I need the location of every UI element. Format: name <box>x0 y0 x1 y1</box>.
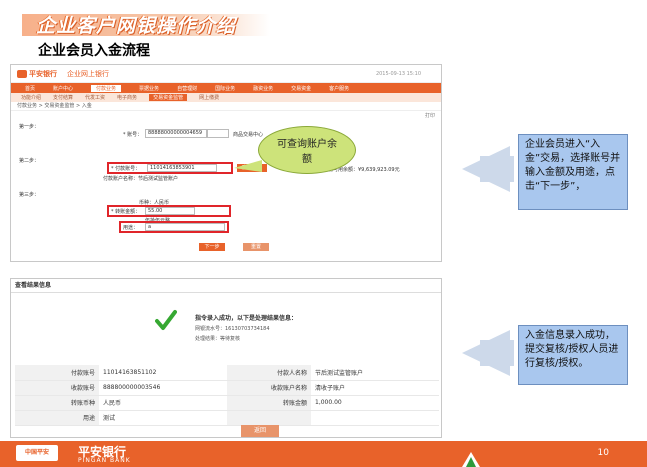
table-row: 用途 测试 <box>15 410 439 426</box>
balance-callout: 可查询账户余额 <box>258 126 356 174</box>
subnav-item-settlement[interactable]: 支付结算 <box>53 94 73 101</box>
serial-number: 网银流水号：16130703734184 <box>195 326 270 332</box>
table-row: 收款账号 888800000003546 收款账户名称 清收子账户 <box>15 380 439 396</box>
nav-item-wealth[interactable]: 自营理财 <box>177 85 197 92</box>
step1-label: 第一步： <box>19 124 40 130</box>
table-value: 清收子账户 <box>311 380 439 396</box>
nav-item-service[interactable]: 客户服务 <box>329 85 349 92</box>
login-date: 2015-09-13 15:10 <box>375 71 421 77</box>
nav-item-payments[interactable]: 付款业务 <box>91 84 122 92</box>
result-screenshot: 查看结果信息 指令录入成功，以下是处理结果信息： 网银流水号：161307037… <box>10 278 442 438</box>
amount-label: * 转账金额： <box>111 209 141 215</box>
subnav-item-fund-supervision[interactable]: 交易资金监管 <box>149 94 188 101</box>
nav-item-home[interactable]: 首页 <box>25 85 35 92</box>
bank-logo-text: 平安银行 <box>29 69 57 78</box>
process-status: 处理结果：等待复核 <box>195 336 241 342</box>
step3-label: 第三步： <box>19 192 40 198</box>
table-value: 11014163851102 <box>99 365 227 381</box>
nav-item-trade-funds[interactable]: 交易资金 <box>291 85 311 92</box>
purpose-label: 用途： <box>123 225 139 231</box>
table-row: 付款账号 11014163851102 付款人名称 节后测试监管账户 <box>15 365 439 381</box>
print-link[interactable]: 打印 <box>425 112 435 119</box>
step2-label: 第二步： <box>19 158 40 164</box>
nav-item-international[interactable]: 国际业务 <box>215 85 235 92</box>
subnav-item-online-payment[interactable]: 网上缴费 <box>199 94 219 101</box>
deposit-form-screenshot: 平安银行 企业网上银行 2015-09-13 15:10 首页 账户中心 付款业… <box>10 64 442 262</box>
pay-account-select[interactable]: 11014163853901 <box>147 164 217 172</box>
subnav-item-payroll[interactable]: 代发工资 <box>85 94 105 101</box>
result-table: 付款账号 11014163851102 付款人名称 节后测试监管账户 收款账号 … <box>15 365 439 426</box>
table-value: 1,000.00 <box>311 395 439 411</box>
bank-logo: 平安银行 <box>17 69 57 79</box>
success-message: 指令录入成功，以下是处理结果信息： <box>195 315 298 322</box>
table-row: 转账币种 人民币 转账金额 1,000.00 <box>15 395 439 411</box>
left-arrow-body <box>480 156 514 182</box>
table-key: 用途 <box>15 410 99 426</box>
bank-header: 平安银行 企业网上银行 2015-09-13 15:10 <box>11 65 441 83</box>
nav-item-accounts[interactable]: 账户中心 <box>53 85 73 92</box>
bank-brand: 企业网上银行 <box>67 69 109 78</box>
table-value: 测试 <box>99 410 227 426</box>
table-value: 人民币 <box>99 395 227 411</box>
nav-item-financing[interactable]: 融资业务 <box>253 85 273 92</box>
account-label: * 账号： <box>123 132 143 138</box>
step-note-1: 企业会员进入“入金”交易，选择账号并输入金额及用途，点击“下一步”， <box>518 134 628 210</box>
page-number: 10 <box>597 448 609 458</box>
slide: 企业客户网银操作介绍 企业会员入金流程 平安银行 企业网上银行 2015-09-… <box>0 0 647 467</box>
table-key: 收款账号 <box>15 380 99 396</box>
nav-item-bills[interactable]: 票据业务 <box>139 85 159 92</box>
callout-tail <box>234 160 262 172</box>
pingan-mark-icon <box>462 452 480 467</box>
reset-button[interactable]: 重置 <box>243 243 269 251</box>
table-key: 收款账户名称 <box>227 380 311 396</box>
table-key: 付款人名称 <box>227 365 311 381</box>
table-value: 888800000003546 <box>99 380 227 396</box>
bank-logo-icon <box>17 69 27 78</box>
page-subtitle: 企业会员入金流程 <box>38 43 150 59</box>
next-button[interactable]: 下一步 <box>199 243 225 251</box>
pay-account-label: * 付款账号： <box>111 166 141 172</box>
pay-account-name: 付款账户名称：节后测试监管账户 <box>103 176 179 182</box>
page-title: 企业客户网银操作介绍 <box>36 15 237 37</box>
account-suffix: 商品交易中心 <box>233 132 264 138</box>
table-value <box>311 410 439 426</box>
table-value: 节后测试监管账户 <box>311 365 439 381</box>
step-note-2: 入金信息录入成功，提交复核/授权人员进行复核/授权。 <box>518 325 628 385</box>
account-select-arrow[interactable] <box>207 129 229 138</box>
breadcrumb: 付款业务 > 交易资金监管 > 入金 <box>11 102 441 111</box>
sub-nav: 功能介绍 支付结算 代发工资 电子商务 交易资金监管 网上缴费 <box>11 93 441 102</box>
account-select[interactable]: 88888000000004659 <box>145 129 207 138</box>
table-key: 转账币种 <box>15 395 99 411</box>
amount-input[interactable]: 55.00 <box>145 207 195 215</box>
table-key: 付款账号 <box>15 365 99 381</box>
table-key <box>227 410 311 426</box>
return-button[interactable]: 返回 <box>241 425 279 437</box>
table-key: 转账金额 <box>227 395 311 411</box>
footer-bank-name-en: PINGAN BANK <box>78 457 131 464</box>
subnav-item-intro[interactable]: 功能介绍 <box>21 94 41 101</box>
main-nav: 首页 账户中心 付款业务 票据业务 自营理财 国际业务 融资业务 交易资金 客户… <box>11 83 441 93</box>
left-arrow-body <box>480 340 514 366</box>
result-header: 查看结果信息 <box>11 279 441 293</box>
pingan-logo: 中国平安 <box>16 445 58 461</box>
purpose-input[interactable]: a <box>145 223 225 231</box>
success-check-icon <box>155 310 177 330</box>
subnav-item-ecommerce[interactable]: 电子商务 <box>117 94 137 101</box>
